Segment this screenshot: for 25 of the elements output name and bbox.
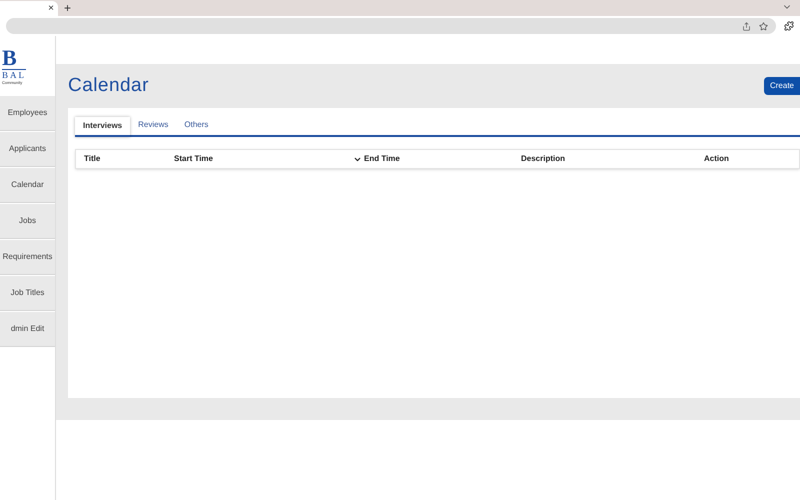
sidebar-item[interactable]: Jobs [0, 204, 55, 239]
column-header[interactable]: Description [521, 153, 566, 165]
close-tab-button[interactable]: × [48, 4, 54, 14]
sidebar-item[interactable]: Requirements [0, 240, 55, 275]
create-button[interactable]: Create [764, 77, 800, 95]
logo-mark: B [2, 46, 17, 69]
bookmark-star-icon[interactable] [759, 22, 768, 30]
sidebar-item[interactable]: Employees [0, 96, 55, 131]
column-header[interactable]: Title [84, 153, 100, 165]
tab[interactable]: Interviews [75, 117, 130, 137]
sidebar-item[interactable]: Calendar [0, 168, 55, 203]
sidebar-item[interactable]: Applicants [0, 132, 55, 167]
extension-icon[interactable] [784, 21, 794, 31]
tab[interactable]: Others [176, 115, 216, 135]
column-header[interactable]: End Time [364, 153, 400, 165]
sidebar-item[interactable]: dmin Edit [0, 312, 55, 347]
column-header[interactable]: Start Time [174, 153, 213, 165]
share-icon[interactable] [742, 22, 751, 30]
tab[interactable]: Reviews [130, 115, 176, 135]
new-tab-button[interactable]: + [64, 2, 72, 14]
logo-word: BAL [2, 68, 26, 82]
browser-tab[interactable]: × [0, 1, 58, 16]
column-header[interactable]: Action [704, 153, 729, 165]
sidebar-item[interactable]: Job Titles [0, 276, 55, 311]
page-title: Calendar [68, 74, 149, 98]
